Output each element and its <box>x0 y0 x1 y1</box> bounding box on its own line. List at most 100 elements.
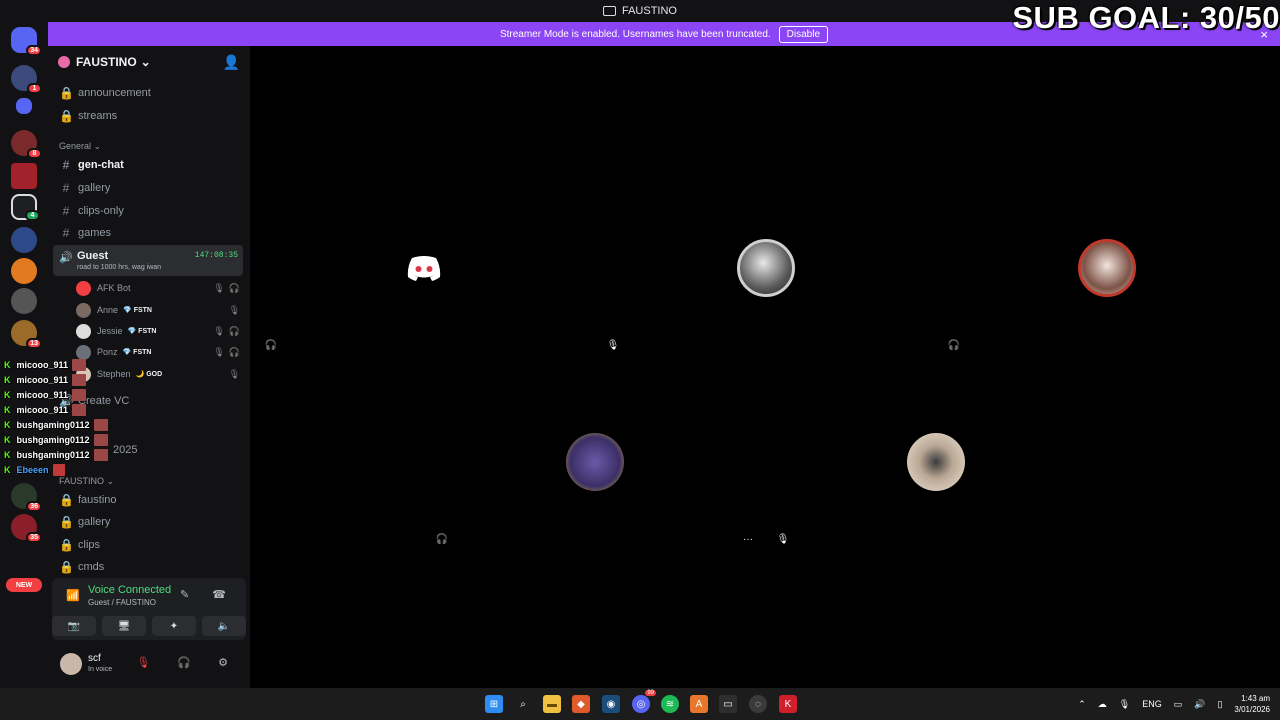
kick-app-icon[interactable]: K <box>779 695 797 713</box>
activities-button[interactable]: ✦ <box>152 616 196 636</box>
emote-icon <box>72 403 87 416</box>
server-icon[interactable] <box>11 227 37 253</box>
volume-icon[interactable]: 🔊 <box>1194 699 1205 710</box>
chat-username: micooo_911 <box>16 404 69 415</box>
language-indicator[interactable]: ENG <box>1142 699 1162 709</box>
screen-share-button[interactable]: 🖥 <box>102 616 146 636</box>
jessie-tile[interactable]: 🎧 <box>939 174 1275 362</box>
soundboard-button[interactable]: 🔈 <box>202 616 246 636</box>
afk-bot-tile[interactable]: 🎧 <box>256 174 592 362</box>
channel-label: clips <box>78 539 101 551</box>
brave-icon[interactable]: ◆ <box>572 695 590 713</box>
lock-icon: 🔒 <box>59 86 74 100</box>
kick-icon: K <box>4 374 11 385</box>
discord-taskbar-icon[interactable]: ◎ 99 <box>632 690 656 713</box>
channel-faustino[interactable]: 🔒 faustino <box>53 489 243 511</box>
stephen-tile[interactable]: 🎙 <box>768 368 1104 556</box>
obs-icon[interactable]: ◌ <box>749 695 767 713</box>
battery-icon[interactable]: ▯ <box>1217 699 1222 710</box>
voice-channel-guest[interactable]: 🔊 Guest road to 1000 hrs, wag iwan 147:0… <box>53 245 243 276</box>
channel-clips[interactable]: 🔒 clips <box>53 534 243 556</box>
category-general[interactable]: General ⌄ <box>59 141 101 152</box>
lock-icon: 🔒 <box>59 493 74 507</box>
channel-streams[interactable]: 🔒 streams <box>53 105 243 127</box>
channel-announcement[interactable]: 🔒 announcement <box>53 82 243 104</box>
more-options-icon[interactable]: ··· <box>739 530 757 548</box>
mute-deafen-icons: 🎙🎧 <box>213 282 244 293</box>
app-a-icon[interactable]: A <box>690 695 708 713</box>
disable-streamer-mode-button[interactable]: Disable <box>778 25 829 43</box>
channel-label: clips-only <box>78 205 124 217</box>
server-icon <box>602 6 616 16</box>
anne-tile[interactable]: 🎙 <box>598 174 933 362</box>
channel-gallery-2[interactable]: 🔒 gallery <box>53 511 243 533</box>
terminal-icon[interactable]: ▭ <box>719 695 737 713</box>
onedrive-icon[interactable]: ☁ <box>1098 699 1107 710</box>
server-icon[interactable]: 36 <box>11 483 42 512</box>
headphones-settings-icons[interactable]: 🎧 ⚙ <box>177 657 240 669</box>
new-badge[interactable]: NEW <box>6 578 42 592</box>
microphone-icon[interactable]: 🎙 <box>1119 699 1130 710</box>
search-icon[interactable]: ⌕ <box>514 695 532 713</box>
server-icon[interactable]: 35 <box>11 514 42 543</box>
ponz-tile[interactable]: 🎧 ··· <box>427 368 763 556</box>
tray-overflow-icon[interactable]: ⌃ <box>1078 699 1086 710</box>
server-icon[interactable]: 1 <box>11 65 42 94</box>
invite-icon[interactable]: 👤 <box>223 54 240 71</box>
faustino-server-icon[interactable]: 4 <box>11 194 40 221</box>
hash-icon: # <box>62 226 70 240</box>
channel-gallery[interactable]: # gallery <box>53 177 243 199</box>
chat-line: Kbushgaming0112 <box>4 432 114 447</box>
member-anne[interactable]: Anne 💎 FSTN 🎙 <box>76 300 244 320</box>
avatar[interactable] <box>60 653 82 675</box>
emote-icon <box>72 388 87 401</box>
channel-gen-chat[interactable]: # gen-chat <box>53 154 243 176</box>
channel-label: gallery <box>78 516 111 528</box>
server-header[interactable]: FAUSTINO ⌄ 👤 <box>48 46 250 78</box>
emote-icon <box>93 448 108 461</box>
home-icon[interactable]: 34 <box>11 27 42 56</box>
camera-button[interactable]: 📷 <box>52 616 96 636</box>
user-status: In voice <box>88 666 113 673</box>
kick-icon: K <box>4 419 11 430</box>
server-icon[interactable] <box>11 258 37 284</box>
windows-taskbar: ⊞ ⌕ ▬ ◆ ◉ ◎ 99 ≋ A ▭ ◌ K ⌃ ☁ 🎙 ENG ▭ 🔊 ▯ … <box>0 688 1280 720</box>
server-badge-icon <box>58 56 70 68</box>
server-icon[interactable]: 13 <box>11 320 42 349</box>
category-faustino[interactable]: FAUSTINO ⌄ <box>59 476 114 487</box>
server-icon[interactable] <box>11 163 37 189</box>
avatar <box>736 239 795 297</box>
chat-username: micooo_911 <box>16 359 69 370</box>
voice-connected-title[interactable]: Voice Connected <box>88 584 171 596</box>
voice-connected-location[interactable]: Guest / FAUSTINO <box>88 598 156 607</box>
channel-label: games <box>78 227 112 239</box>
channel-clips-only[interactable]: # clips-only <box>53 200 243 222</box>
disconnect-icon[interactable]: ✎ ☎ <box>180 588 236 601</box>
avatar <box>566 433 624 491</box>
server-icon[interactable] <box>11 288 37 314</box>
emote-icon <box>93 418 108 431</box>
notification-badge: 8 <box>27 148 42 159</box>
clock[interactable]: 1:43 am 3/01/2026 <box>1234 693 1270 715</box>
banner-text: Streamer Mode is enabled. Usernames have… <box>499 28 771 40</box>
mute-icon: 🎙 <box>228 368 244 379</box>
spotify-icon[interactable]: ≋ <box>661 695 679 713</box>
emote-icon <box>72 358 87 371</box>
lock-icon: 🔒 <box>59 560 74 574</box>
signal-icon[interactable]: 📶 <box>66 589 80 602</box>
folder-icon[interactable] <box>16 98 32 114</box>
channel-cmds[interactable]: 🔒 cmds <box>53 556 243 578</box>
network-icon[interactable]: ▭ <box>1174 699 1183 710</box>
steam-icon[interactable]: ◉ <box>602 695 620 713</box>
emote-icon <box>52 463 65 476</box>
channel-games[interactable]: # games <box>53 222 243 244</box>
server-icon[interactable]: 8 <box>11 130 42 159</box>
notification-badge: 99 <box>645 690 656 696</box>
mute-icon[interactable]: 🎙 <box>136 657 162 669</box>
member-jessie[interactable]: Jessie 💎 FSTN 🎙🎧 <box>76 321 244 341</box>
file-explorer-icon[interactable]: ▬ <box>543 695 561 713</box>
server-list: 34 1 8 4 13 36 35 NEW <box>0 22 48 688</box>
chat-line: Kbushgaming0112 <box>4 447 114 462</box>
start-button[interactable]: ⊞ <box>485 695 503 713</box>
member-afk-bot[interactable]: AFK Bot 🎙🎧 <box>76 278 244 298</box>
